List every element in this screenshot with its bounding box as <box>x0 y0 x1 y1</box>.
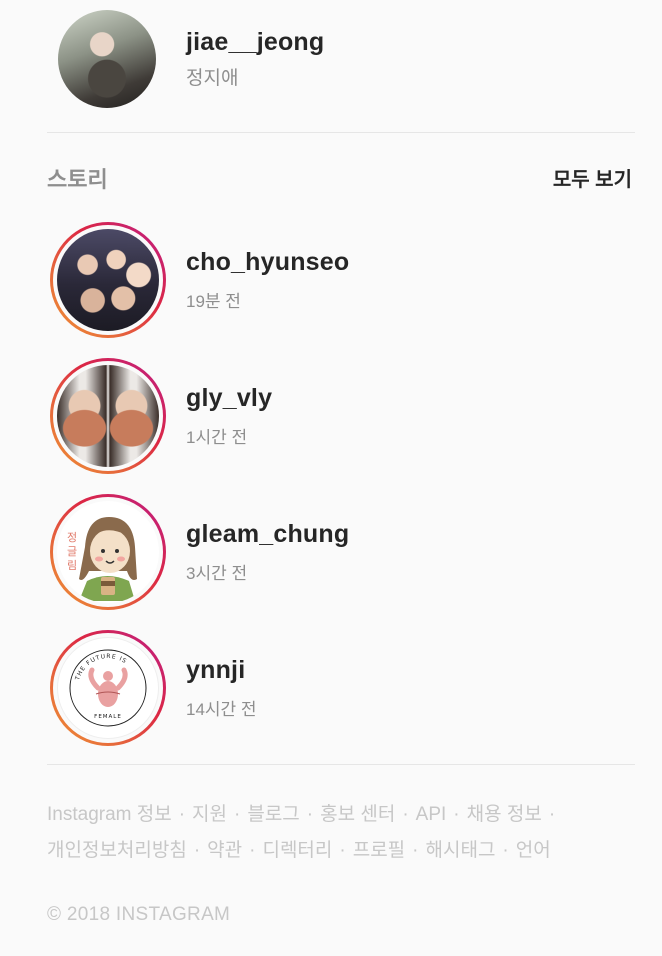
story-ring[interactable] <box>50 358 166 474</box>
footer-link-privacy[interactable]: 개인정보처리방침 <box>47 840 187 861</box>
story-time: 19분 전 <box>186 292 241 311</box>
story-avatar: THE FUTURE IS FEMALE <box>57 637 159 739</box>
story-ring[interactable] <box>50 222 166 338</box>
footer-link-press[interactable]: 홍보 센터 <box>320 804 395 825</box>
stories-title: 스토리 <box>47 167 108 192</box>
footer-link-hashtags[interactable]: 해시태그 <box>426 840 496 861</box>
svg-text:FEMALE: FEMALE <box>94 714 122 720</box>
story-username[interactable]: gleam_chung <box>186 520 349 549</box>
future-is-female-badge: THE FUTURE IS FEMALE <box>69 649 147 727</box>
story-time: 1시간 전 <box>186 428 248 447</box>
svg-text:글: 글 <box>67 545 77 558</box>
profile-fullname: 정지애 <box>186 68 239 89</box>
footer-link-profiles[interactable]: 프로필 <box>353 840 405 861</box>
profile-text: jiae__jeong 정지애 <box>186 28 324 90</box>
profile-username[interactable]: jiae__jeong <box>186 28 324 57</box>
story-ring[interactable]: 정 글 림 <box>50 494 166 610</box>
svg-text:THE FUTURE IS: THE FUTURE IS <box>74 653 128 682</box>
see-all-stories-link[interactable]: 모두 보기 <box>553 163 632 192</box>
footer-link-jobs[interactable]: 채용 정보 <box>467 804 542 825</box>
footer-link-terms[interactable]: 약관 <box>207 840 242 861</box>
story-item[interactable]: gly_vly 1시간 전 <box>50 358 272 474</box>
cartoon-girl-illustration: 정 글 림 <box>67 517 137 601</box>
footer-link-api[interactable]: API <box>416 804 447 825</box>
footer-link-directory[interactable]: 디렉터리 <box>262 840 332 861</box>
story-avatar <box>57 229 159 331</box>
story-username[interactable]: gly_vly <box>186 384 272 413</box>
stories-sidebar: jiae__jeong 정지애 스토리 모두 보기 cho_hyunseo 19… <box>0 0 662 956</box>
story-item[interactable]: THE FUTURE IS FEMALE ynnji 14시간 전 <box>50 630 257 746</box>
story-avatar: 정 글 림 <box>57 501 159 603</box>
story-username[interactable]: cho_hyunseo <box>186 248 349 277</box>
profile-avatar[interactable] <box>58 10 156 108</box>
footer-link-help[interactable]: 지원 <box>192 804 227 825</box>
story-time: 3시간 전 <box>186 564 248 583</box>
story-item[interactable]: 정 글 림 gleam_chung 3시간 전 <box>50 494 349 610</box>
footer-link-about[interactable]: Instagram 정보 <box>47 804 172 825</box>
divider <box>47 764 635 765</box>
story-item[interactable]: cho_hyunseo 19분 전 <box>50 222 349 338</box>
divider <box>47 132 635 133</box>
story-username[interactable]: ynnji <box>186 656 257 685</box>
story-ring[interactable]: THE FUTURE IS FEMALE <box>50 630 166 746</box>
footer-links: Instagram 정보 · 지원 · 블로그 · 홍보 센터 · API · 채용 정보 · 개인정보… <box>47 804 556 861</box>
footer-link-language[interactable]: 언어 <box>516 840 551 861</box>
copyright-text: © 2018 INSTAGRAM <box>47 904 231 925</box>
story-time: 14시간 전 <box>186 700 257 719</box>
story-avatar <box>57 365 159 467</box>
current-user-profile[interactable]: jiae__jeong 정지애 <box>58 10 324 108</box>
avatar-vertical-text: 정 <box>67 531 77 544</box>
svg-text:림: 림 <box>67 559 77 572</box>
footer-link-blog[interactable]: 블로그 <box>247 804 299 825</box>
